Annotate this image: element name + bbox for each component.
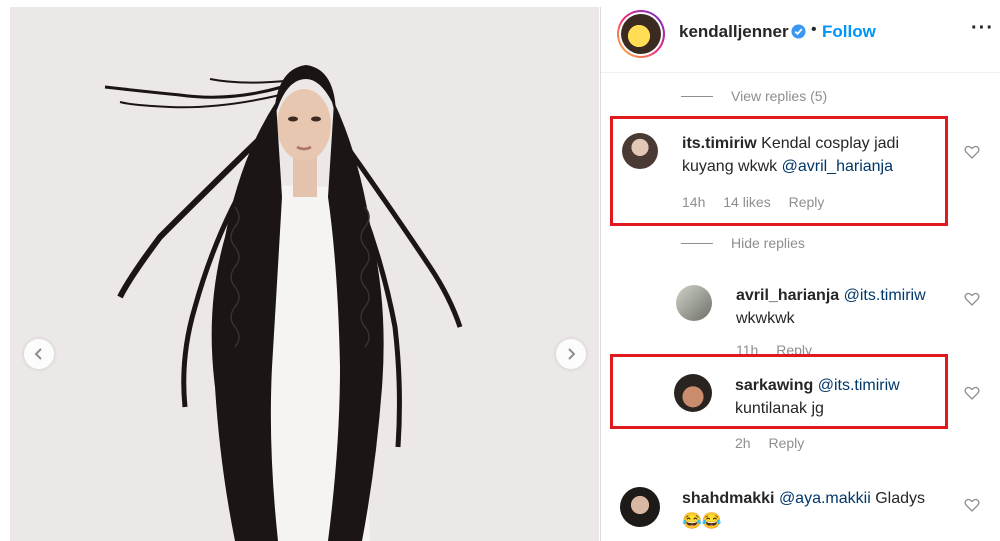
reply-body: sarkawing @its.timiriw kuntilanak jg [735,374,935,420]
reply-text: kuntilanak jg [735,400,824,417]
reply-text: wkwkwk [736,310,795,327]
photo-illustration [10,7,599,541]
comment-mention[interactable]: @aya.makkii [779,490,871,507]
reply-meta: 2h Reply [735,435,818,451]
reply-username[interactable]: sarkawing [735,377,813,394]
comment-body: shahdmakki @aya.makkii Gladys 😂😂 [682,487,952,533]
chevron-left-icon [34,348,42,360]
next-photo-button[interactable] [556,339,586,369]
highlight-box [610,116,948,226]
view-replies-button[interactable]: View replies (5) [731,88,827,104]
verified-badge-icon [791,24,806,39]
commenter-avatar[interactable] [620,487,660,527]
comment-text: Gladys [870,490,926,507]
heart-icon[interactable] [964,497,980,513]
heart-icon[interactable] [964,144,980,160]
view-replies-line [681,96,713,97]
separator-dot: • [811,21,817,38]
reply-body: avril_harianja @its.timiriw wkwkwk [736,284,956,330]
reply-mention[interactable]: @its.timiriw [818,377,900,394]
previous-photo-button[interactable] [24,339,54,369]
more-options-icon[interactable]: ··· [971,17,994,40]
hide-replies-line [681,243,713,244]
reply-mention[interactable]: @its.timiriw [844,287,926,304]
comment-username[interactable]: shahdmakki [682,490,774,507]
post-photo [10,7,599,541]
reply-avatar[interactable] [676,285,712,321]
author-username[interactable]: kendalljenner [679,22,789,42]
post-header: kendalljenner • Follow ··· [601,7,1000,73]
instagram-post-modal: kendalljenner • Follow ··· View replies … [0,0,1000,541]
author-avatar[interactable] [617,10,665,58]
reply-username[interactable]: avril_harianja [736,287,839,304]
hide-replies-button[interactable]: Hide replies [731,235,805,251]
chevron-right-icon [568,348,576,360]
follow-button[interactable]: Follow [822,22,876,42]
reply-button[interactable]: Reply [768,435,804,451]
reply-time[interactable]: 2h [735,435,751,451]
heart-icon[interactable] [964,385,980,401]
reply-avatar[interactable] [674,374,712,412]
heart-icon[interactable] [964,291,980,307]
comment-emoji: 😂😂 [682,513,722,530]
pane-divider [600,7,601,541]
